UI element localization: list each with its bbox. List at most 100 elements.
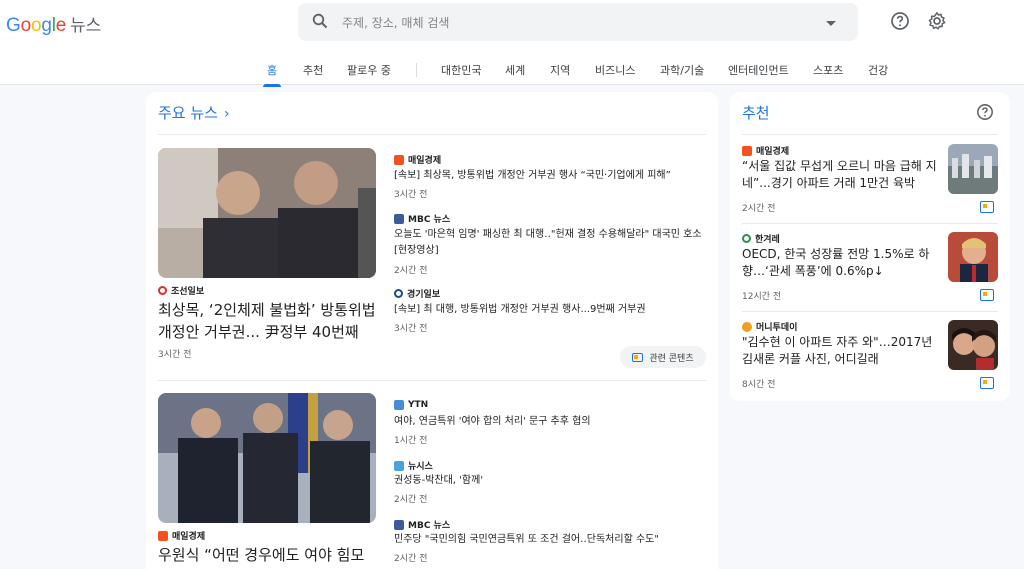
rec-time: 8시간 전 <box>742 380 776 390</box>
divider <box>742 311 998 312</box>
gyeonggi-logo-icon <box>394 289 403 298</box>
rec-photo <box>948 144 998 194</box>
rec-source[interactable]: 머니투데이 <box>742 320 797 333</box>
related-time: 1시간 전 <box>394 436 428 446</box>
recommended-title: 추천 <box>742 104 770 122</box>
full-coverage-icon[interactable] <box>980 201 994 213</box>
gear-icon[interactable] <box>927 11 947 31</box>
search-box[interactable]: 주제, 장소, 매체 검색 <box>298 3 858 41</box>
chevron-right-icon: › <box>223 106 230 122</box>
source-name: 머니투데이 <box>756 323 798 333</box>
maeil-logo-icon <box>742 145 752 156</box>
tab-local[interactable]: 지역 <box>550 62 570 78</box>
source-name: 매일경제 <box>408 156 442 166</box>
tab-korea[interactable]: 대한민국 <box>441 62 481 78</box>
tab-business[interactable]: 비즈니스 <box>595 62 635 78</box>
rec-photo <box>948 320 998 370</box>
rec-image[interactable] <box>948 144 998 194</box>
tab-label: 홈 <box>267 64 278 77</box>
related-content-icon <box>632 352 644 362</box>
related-source[interactable]: 매일경제 <box>394 153 441 166</box>
source-name: 조선일보 <box>171 287 205 297</box>
related-headline[interactable]: 권성동-박찬대, '함께' <box>394 473 706 489</box>
tab-science-tech[interactable]: 과학/기술 <box>660 62 704 78</box>
tab-recommended[interactable]: 추천 <box>303 62 323 78</box>
logo-letter: e <box>55 15 67 36</box>
divider <box>742 134 998 135</box>
rec-source[interactable]: 매일경제 <box>742 144 789 157</box>
story-photo <box>158 148 376 278</box>
story-headline[interactable]: 우원식 “어떤 경우에도 여야 힘모 <box>158 544 378 566</box>
related-headline[interactable]: 오늘도 '마은혁 임명' 패싱한 최 대행‥"헌재 결정 수용해달라" 대국민 … <box>394 227 706 259</box>
search-icon <box>312 13 328 29</box>
related-headline[interactable]: [속보] 최 대행, 방통위법 개정안 거부권 행사...9번째 거부권 <box>394 302 706 318</box>
top-stories-label: 주요 뉴스 <box>158 104 218 122</box>
source-name: 한겨레 <box>755 235 780 245</box>
source-name: MBC 뉴스 <box>408 521 451 531</box>
related-source[interactable]: MBC 뉴스 <box>394 212 450 225</box>
divider <box>742 223 998 224</box>
help-icon[interactable] <box>890 11 910 31</box>
rec-headline[interactable]: “서울 집값 무섭게 오르니 마음 급해 지네”...경기 아파트 거래 1만건… <box>742 158 942 192</box>
mt-logo-icon <box>742 321 752 332</box>
tab-health[interactable]: 건강 <box>868 62 888 78</box>
mbc-logo-icon <box>394 213 404 224</box>
section-tabs: 홈 추천 팔로우 중 대한민국 세계 지역 비즈니스 과학/기술 엔터테인먼트 … <box>0 56 1024 87</box>
story-image[interactable] <box>158 148 376 278</box>
maeil-logo-icon <box>394 154 404 165</box>
search-input[interactable]: 주제, 장소, 매체 검색 <box>342 14 449 31</box>
rec-time: 12시간 전 <box>742 292 782 302</box>
related-headline[interactable]: 여야, 연금특위 '여야 합의 처리' 문구 추후 협의 <box>394 414 706 430</box>
full-coverage-icon[interactable] <box>980 289 994 301</box>
related-headline[interactable]: 민주당 "국민의힘 국민연금특위 또 조건 걸어‥단독처리할 수도" <box>394 532 706 548</box>
source-name: 뉴시스 <box>408 462 433 472</box>
ytn-logo-icon <box>394 400 404 410</box>
help-icon[interactable] <box>976 103 994 121</box>
tab-home[interactable]: 홈 <box>263 62 282 87</box>
divider <box>158 134 706 135</box>
logo-service-label: 뉴스 <box>70 16 102 36</box>
tab-divider <box>416 63 417 77</box>
top-stories-title[interactable]: 주요 뉴스 › <box>158 102 230 123</box>
rec-image[interactable] <box>948 232 998 282</box>
story-headline[interactable]: 최상목, ‘2인체제 불법화’ 방통위법 개정안 거부권... 尹정부 40번째 <box>158 299 378 343</box>
full-coverage-icon[interactable] <box>980 377 994 389</box>
story-image[interactable] <box>158 393 376 523</box>
rec-image[interactable] <box>948 320 998 370</box>
rec-headline[interactable]: "김수현 이 아파트 자주 와"…2017년 김새론 커플 사진, 어디길래 <box>742 334 942 368</box>
source-name: YTN <box>408 400 429 410</box>
related-time: 3시간 전 <box>394 190 428 200</box>
related-source[interactable]: 경기일보 <box>394 287 440 300</box>
related-source[interactable]: MBC 뉴스 <box>394 518 450 531</box>
source-name: 매일경제 <box>756 147 790 157</box>
related-time: 2시간 전 <box>394 554 428 564</box>
top-stories-card: 주요 뉴스 › 조선일보 최상목, ‘2인체제 불법화’ 방통위법 개정안 거부권… <box>146 92 718 569</box>
top-bar: Google 뉴스 주제, 장소, 매체 검색 홈 추천 팔로우 중 대한민국 세… <box>0 0 1024 87</box>
tab-entertainment[interactable]: 엔터테인먼트 <box>728 62 789 78</box>
google-news-logo[interactable]: Google 뉴스 <box>6 11 101 37</box>
tab-world[interactable]: 세계 <box>505 62 525 78</box>
related-source[interactable]: 뉴시스 <box>394 459 433 472</box>
rec-headline[interactable]: OECD, 한국 성장률 전망 1.5%로 하향…‘관세 폭풍’에 0.6%p↓ <box>742 246 942 280</box>
logo-letter: G <box>6 15 21 36</box>
active-tab-indicator <box>263 84 282 87</box>
source-name: MBC 뉴스 <box>408 215 451 225</box>
story-source[interactable]: 조선일보 <box>158 284 204 297</box>
related-content-button[interactable]: 관련 콘텐츠 <box>620 346 706 368</box>
maeil-logo-icon <box>158 530 168 541</box>
story-source[interactable]: 매일경제 <box>158 529 205 542</box>
source-name: 경기일보 <box>407 290 441 300</box>
rec-photo <box>948 232 998 282</box>
tab-sports[interactable]: 스포츠 <box>813 62 843 78</box>
rec-source[interactable]: 한겨레 <box>742 232 780 245</box>
divider <box>158 380 706 381</box>
related-source[interactable]: YTN <box>394 400 428 410</box>
rec-time: 2시간 전 <box>742 204 776 214</box>
newsis-logo-icon <box>394 460 404 471</box>
story-time: 3시간 전 <box>158 350 192 360</box>
tab-following[interactable]: 팔로우 중 <box>347 62 391 78</box>
search-dropdown-icon[interactable] <box>826 21 836 26</box>
related-headline[interactable]: [속보] 최상목, 방통위법 개정안 거부권 행사 “국민·기업에게 피해” <box>394 168 706 184</box>
logo-letter: o <box>20 15 32 36</box>
hani-logo-icon <box>742 234 751 243</box>
